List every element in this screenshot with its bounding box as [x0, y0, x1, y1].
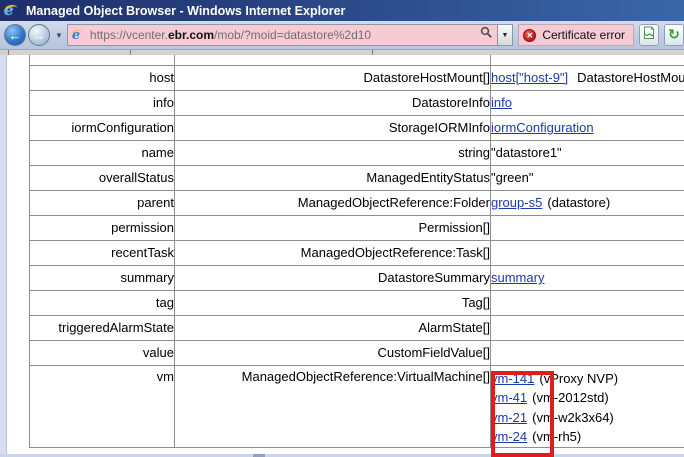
property-name: parent: [30, 190, 175, 215]
address-dropdown-button[interactable]: ▼: [498, 24, 514, 46]
property-value: [491, 215, 684, 240]
property-value: iormConfiguration: [491, 115, 684, 140]
table-row: host DatastoreHostMount[] host["host-9"]…: [30, 65, 684, 90]
property-type: ManagedEntityStatus: [175, 165, 491, 190]
properties-table: host DatastoreHostMount[] host["host-9"]…: [29, 55, 684, 448]
url-text[interactable]: https://vcenter.ebr.com/mob/?moid=datast…: [90, 28, 480, 42]
forward-button[interactable]: →: [28, 24, 50, 46]
property-value: summary: [491, 265, 684, 290]
property-type: DatastoreInfo: [175, 90, 491, 115]
property-name: triggeredAlarmState: [30, 315, 175, 340]
property-value: [491, 290, 684, 315]
certificate-error-shield-icon: ✕: [523, 29, 536, 42]
value-link[interactable]: summary: [491, 270, 544, 285]
certificate-error-label: Certificate error: [542, 28, 625, 42]
property-name: vm: [30, 365, 175, 447]
table-row: info DatastoreInfo info: [30, 90, 684, 115]
title-bar: e Managed Object Browser - Windows Inter…: [0, 0, 684, 21]
table-row: summary DatastoreSummary summary: [30, 265, 684, 290]
table-row: tag Tag[]: [30, 290, 684, 315]
value-link[interactable]: group-s5: [491, 195, 542, 210]
table-row: overallStatus ManagedEntityStatus "green…: [30, 165, 684, 190]
table-row-vm: vm ManagedObjectReference:VirtualMachine…: [30, 365, 684, 447]
property-type: Tag[]: [175, 290, 491, 315]
value-text: "green": [491, 170, 533, 185]
refresh-button[interactable]: ↻: [664, 24, 684, 46]
table-row: recentTask ManagedObjectReference:Task[]: [30, 240, 684, 265]
property-name: info: [30, 90, 175, 115]
property-name: tag: [30, 290, 175, 315]
property-type: string: [175, 140, 491, 165]
property-value: host["host-9"] DatastoreHostMount: [491, 65, 684, 90]
value-text: DatastoreHostMount: [577, 70, 684, 85]
property-value: [491, 240, 684, 265]
refresh-icon: ↻: [668, 28, 680, 42]
url-prefix: https://vcenter.: [90, 28, 168, 42]
address-bar[interactable]: e https://vcenter.ebr.com/mob/?moid=data…: [67, 24, 498, 46]
url-domain: ebr.com: [168, 28, 214, 42]
url-path: /mob/?moid=datastore%2d10: [214, 28, 371, 42]
table-row: parent ManagedObjectReference:Folder gro…: [30, 190, 684, 215]
table-row-cropped: [30, 55, 684, 65]
property-name: permission: [30, 215, 175, 240]
window-title: Managed Object Browser - Windows Interne…: [26, 4, 345, 18]
property-value: info: [491, 90, 684, 115]
property-name: iormConfiguration: [30, 115, 175, 140]
value-text: "datastore1": [491, 145, 562, 160]
value-link[interactable]: host["host-9"]: [491, 70, 568, 85]
property-type: DatastoreHostMount[]: [175, 65, 491, 90]
table-row: iormConfiguration StorageIORMInfo iormCo…: [30, 115, 684, 140]
property-type: ManagedObjectReference:Task[]: [175, 240, 491, 265]
property-name: overallStatus: [30, 165, 175, 190]
property-value: [491, 315, 684, 340]
property-type: AlarmState[]: [175, 315, 491, 340]
property-value: group-s5 (datastore): [491, 190, 684, 215]
value-text: (datastore): [547, 195, 610, 210]
property-name: value: [30, 340, 175, 365]
back-button[interactable]: ←: [4, 24, 26, 46]
table-row: permission Permission[]: [30, 215, 684, 240]
property-type: Permission[]: [175, 215, 491, 240]
property-value: "datastore1": [491, 140, 684, 165]
broken-page-icon: [643, 26, 655, 45]
table-row: name string "datastore1": [30, 140, 684, 165]
property-name: summary: [30, 265, 175, 290]
compatibility-view-button[interactable]: [639, 24, 659, 46]
red-highlight-annotation: [491, 371, 554, 457]
table-row: triggeredAlarmState AlarmState[]: [30, 315, 684, 340]
property-value: "green": [491, 165, 684, 190]
value-link[interactable]: iormConfiguration: [491, 120, 594, 135]
recent-pages-caret-icon[interactable]: ▼: [55, 31, 63, 40]
certificate-error-badge[interactable]: ✕ Certificate error: [518, 24, 634, 46]
property-type: DatastoreSummary: [175, 265, 491, 290]
property-type: ManagedObjectReference:VirtualMachine[]: [175, 365, 491, 447]
property-name: name: [30, 140, 175, 165]
ie-logo-icon: e: [4, 3, 20, 18]
property-type: StorageIORMInfo: [175, 115, 491, 140]
property-name: host: [30, 65, 175, 90]
property-value: [491, 340, 684, 365]
search-icon[interactable]: [480, 26, 493, 44]
mob-page-content: host DatastoreHostMount[] host["host-9"]…: [0, 55, 684, 457]
site-favicon-icon: e: [72, 29, 85, 42]
page-left-frame: [0, 55, 7, 457]
property-name: recentTask: [30, 240, 175, 265]
property-type: CustomFieldValue[]: [175, 340, 491, 365]
navigation-bar: ← → ▼ e https://vcenter.ebr.com/mob/?moi…: [0, 21, 684, 50]
property-type: ManagedObjectReference:Folder: [175, 190, 491, 215]
value-link[interactable]: info: [491, 95, 512, 110]
table-row: value CustomFieldValue[]: [30, 340, 684, 365]
